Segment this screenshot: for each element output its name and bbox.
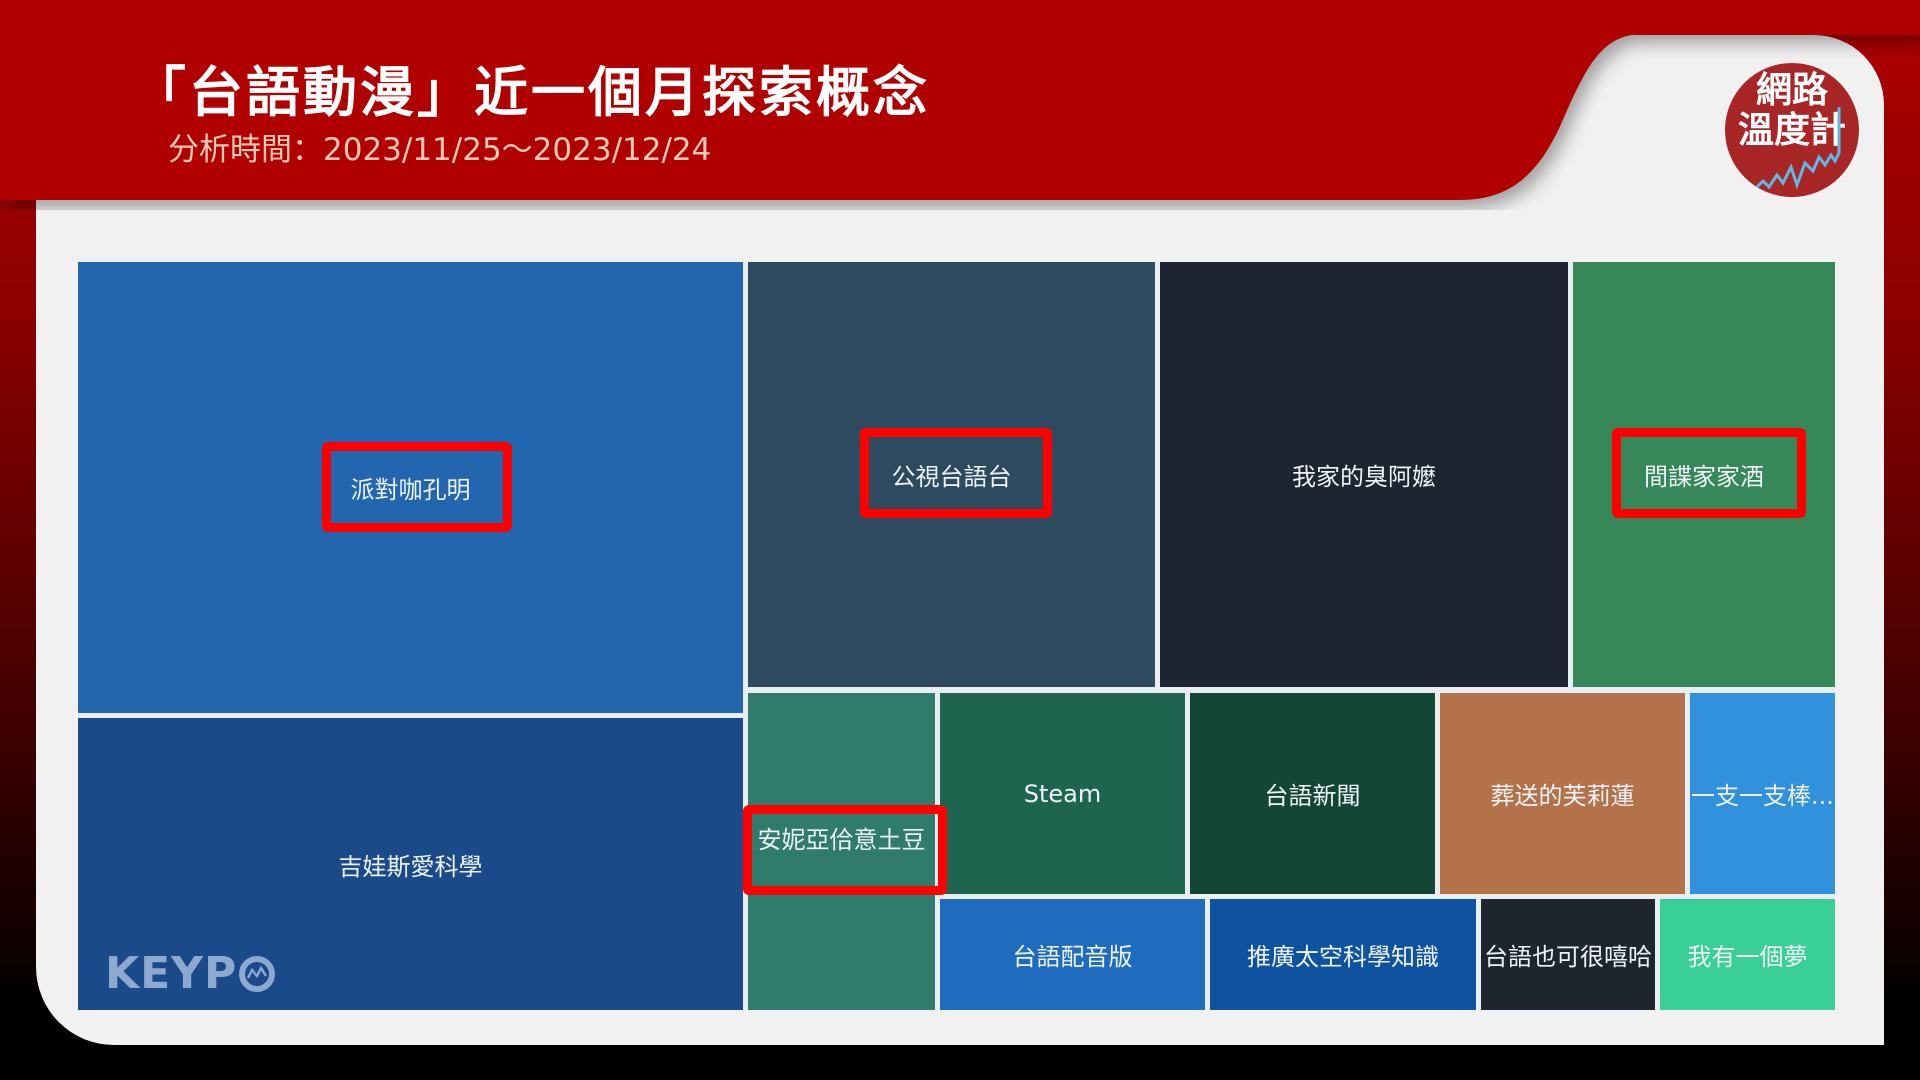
treemap-tile-label: 葬送的芙莉蓮	[1490, 782, 1635, 810]
treemap-tile[interactable]: 一支一支棒...	[1690, 693, 1835, 894]
page-title: 「台語動漫」近一個月探索概念	[132, 61, 930, 124]
treemap-tile[interactable]: 推廣太空科學知識	[1210, 899, 1476, 1010]
treemap-tile[interactable]: 台語新聞	[1190, 693, 1435, 894]
brand-logo: 網路 溫度計	[1725, 63, 1859, 197]
treemap-tile-label: 我有一個夢	[1687, 943, 1808, 971]
treemap-tile-label: 公視台語台	[891, 463, 1012, 491]
analysis-period: 分析時間：2023/11/25～2023/12/24	[168, 132, 712, 168]
treemap-tile[interactable]: 派對咖孔明	[78, 262, 743, 713]
keypo-o-icon	[239, 955, 276, 992]
treemap-tile-label: 安妮亞佮意土豆	[757, 826, 926, 854]
treemap-tile-label: 吉娃斯愛科學	[338, 852, 483, 881]
treemap-tile-label: 我家的臭阿嬤	[1292, 463, 1436, 491]
treemap-tile-label: 台語新聞	[1264, 782, 1361, 810]
treemap-tile[interactable]: 台語配音版	[940, 899, 1205, 1010]
treemap-tile-label: 一支一支棒...	[1691, 782, 1834, 810]
treemap-tile[interactable]: 我家的臭阿嬤	[1160, 262, 1568, 687]
treemap-tile[interactable]: 台語也可很嘻哈	[1481, 899, 1655, 1010]
treemap-tile[interactable]: 公視台語台	[748, 262, 1155, 687]
treemap-tile[interactable]: 間諜家家酒	[1573, 262, 1835, 687]
treemap-tile[interactable]: 我有一個夢	[1660, 899, 1835, 1010]
treemap-tile[interactable]: Steam	[940, 693, 1185, 894]
treemap-tile-label: 台語也可很嘻哈	[1484, 943, 1652, 971]
treemap-tile-label: 推廣太空科學知識	[1247, 943, 1439, 971]
keypo-watermark: KEYP	[105, 948, 276, 999]
treemap-tile[interactable]: 葬送的芙莉蓮	[1440, 693, 1685, 894]
treemap-chart: 派對咖孔明吉娃斯愛科學 公視台語台 我家的臭阿嬤 間諜家家酒安妮亞佮意土豆 Steam 台…	[78, 262, 1835, 1010]
treemap-tile-label: 台語配音版	[1012, 943, 1133, 971]
keypo-wordmark: KEYP	[105, 948, 238, 999]
treemap-tile-label: 派對咖孔明	[350, 476, 471, 504]
treemap-tile[interactable]: 安妮亞佮意土豆	[748, 693, 935, 1010]
treemap-tile-label: Steam	[1023, 779, 1102, 808]
treemap-tile-label: 間諜家家酒	[1644, 463, 1764, 491]
trend-line-icon	[1751, 107, 1841, 193]
